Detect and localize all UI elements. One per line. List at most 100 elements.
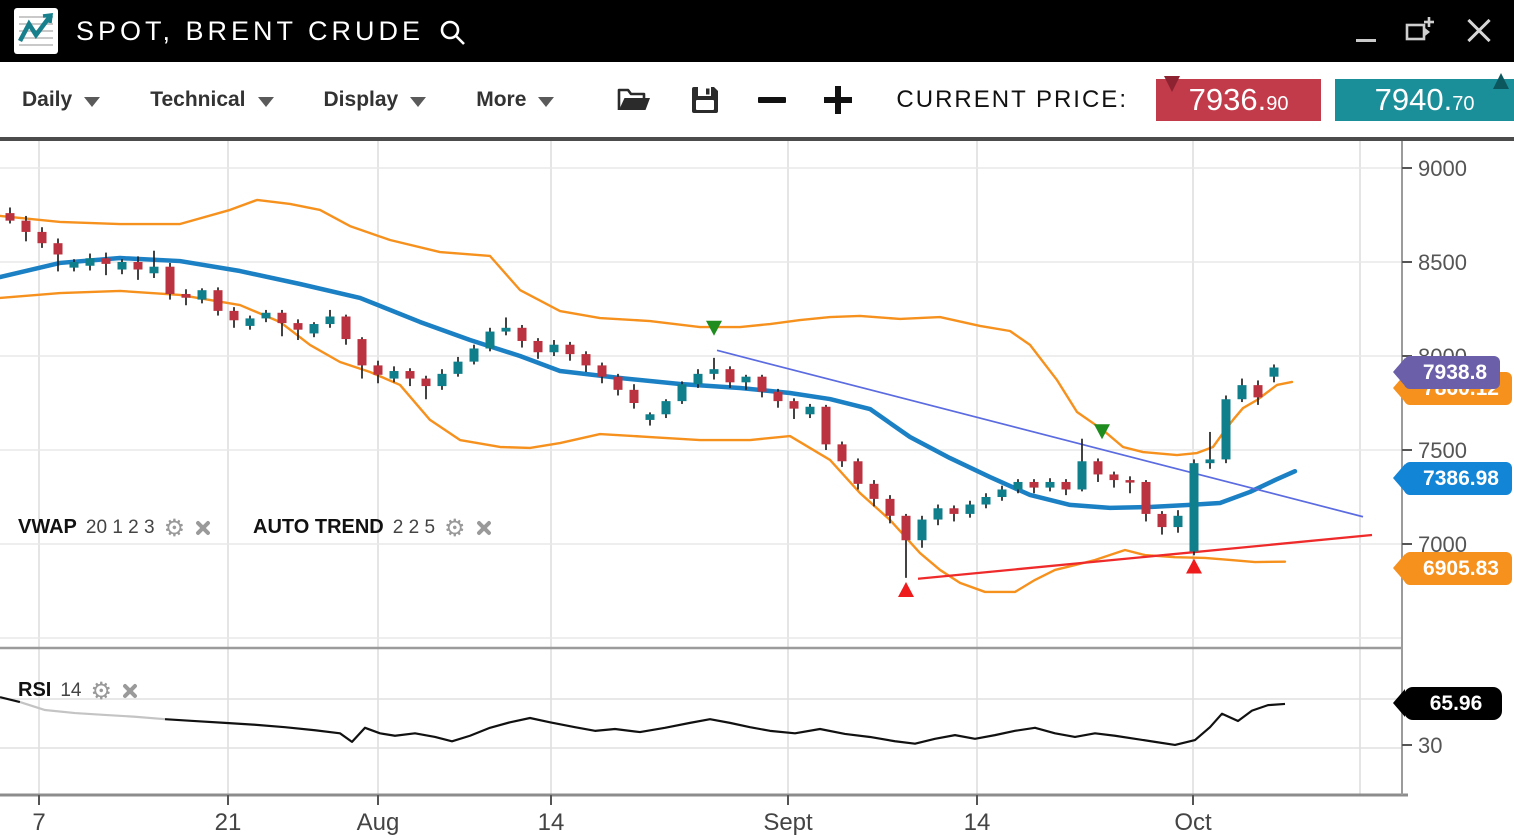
candle[interactable] bbox=[22, 221, 31, 232]
candle[interactable] bbox=[998, 489, 1007, 497]
candle[interactable] bbox=[294, 323, 303, 330]
candle[interactable] bbox=[726, 369, 735, 382]
candle[interactable] bbox=[694, 374, 703, 384]
candle[interactable] bbox=[246, 318, 255, 326]
candle[interactable] bbox=[1158, 514, 1167, 527]
candle[interactable] bbox=[1062, 482, 1071, 490]
candle[interactable] bbox=[1222, 399, 1231, 459]
candle[interactable] bbox=[646, 414, 655, 420]
candle[interactable] bbox=[1030, 482, 1039, 488]
chart-area[interactable]: 9000850080007500700030721Aug14Sept14Oct … bbox=[0, 141, 1514, 838]
search-icon[interactable] bbox=[438, 18, 468, 48]
candle[interactable] bbox=[38, 232, 47, 243]
candle[interactable] bbox=[86, 258, 95, 266]
menu-technical[interactable]: Technical bbox=[150, 88, 273, 112]
candle[interactable] bbox=[854, 461, 863, 484]
candle[interactable] bbox=[214, 290, 223, 311]
candle[interactable] bbox=[678, 384, 687, 401]
candle[interactable] bbox=[566, 345, 575, 354]
candle[interactable] bbox=[118, 262, 127, 270]
candle[interactable] bbox=[838, 444, 847, 461]
candle[interactable] bbox=[310, 324, 319, 333]
candle[interactable] bbox=[1126, 480, 1135, 483]
candle[interactable] bbox=[1094, 461, 1103, 474]
candle[interactable] bbox=[662, 401, 671, 414]
candle[interactable] bbox=[1078, 461, 1087, 489]
candle[interactable] bbox=[502, 328, 511, 332]
candle[interactable] bbox=[902, 516, 911, 540]
auto-trend-resistance[interactable] bbox=[717, 350, 1363, 516]
candle[interactable] bbox=[550, 345, 559, 353]
candle[interactable] bbox=[822, 407, 831, 445]
remove-indicator-icon[interactable] bbox=[194, 519, 212, 537]
candle[interactable] bbox=[198, 290, 207, 299]
auto-trend-support[interactable] bbox=[918, 535, 1372, 579]
candle[interactable] bbox=[1174, 516, 1183, 527]
candle[interactable] bbox=[886, 499, 895, 516]
candle[interactable] bbox=[1110, 474, 1119, 480]
candle[interactable] bbox=[54, 243, 63, 254]
candle[interactable] bbox=[438, 374, 447, 386]
candle[interactable] bbox=[1254, 385, 1263, 397]
remove-indicator-icon[interactable] bbox=[475, 519, 493, 537]
candle[interactable] bbox=[582, 354, 591, 365]
candle[interactable] bbox=[454, 362, 463, 374]
candle[interactable] bbox=[1238, 385, 1247, 399]
zoom-in-plus[interactable] bbox=[824, 86, 852, 114]
pop-out-icon[interactable] bbox=[1404, 15, 1438, 47]
candle[interactable] bbox=[230, 311, 239, 320]
candle[interactable] bbox=[518, 328, 527, 341]
candle[interactable] bbox=[918, 520, 927, 541]
candle[interactable] bbox=[134, 262, 143, 270]
candle[interactable] bbox=[598, 365, 607, 376]
save-icon[interactable] bbox=[690, 85, 720, 115]
candle[interactable] bbox=[374, 365, 383, 374]
candle[interactable] bbox=[1206, 459, 1215, 463]
candle[interactable] bbox=[806, 407, 815, 415]
candle[interactable] bbox=[342, 317, 351, 340]
zoom-out-minus[interactable] bbox=[758, 97, 786, 103]
candle[interactable] bbox=[630, 390, 639, 403]
candle[interactable] bbox=[950, 508, 959, 514]
remove-indicator-icon[interactable] bbox=[121, 682, 139, 700]
candle[interactable] bbox=[486, 332, 495, 349]
minimize-icon[interactable] bbox=[1356, 39, 1376, 42]
candle[interactable] bbox=[1046, 482, 1055, 488]
candle[interactable] bbox=[470, 348, 479, 361]
candle[interactable] bbox=[390, 371, 399, 379]
candle[interactable] bbox=[710, 369, 719, 374]
menu-more[interactable]: More bbox=[476, 88, 554, 112]
candle[interactable] bbox=[1014, 482, 1023, 490]
candle[interactable] bbox=[262, 313, 271, 319]
candle[interactable] bbox=[278, 313, 287, 323]
candle[interactable] bbox=[406, 371, 415, 379]
open-folder-icon[interactable] bbox=[616, 86, 652, 114]
candle[interactable] bbox=[102, 258, 111, 264]
candle[interactable] bbox=[614, 377, 623, 390]
gear-icon[interactable]: ⚙ bbox=[164, 518, 186, 538]
candle[interactable] bbox=[70, 262, 79, 268]
candle[interactable] bbox=[982, 497, 991, 505]
candle[interactable] bbox=[534, 341, 543, 352]
menu-display[interactable]: Display bbox=[324, 88, 427, 112]
candle[interactable] bbox=[966, 505, 975, 514]
candle[interactable] bbox=[934, 508, 943, 519]
candle[interactable] bbox=[6, 213, 15, 221]
candle[interactable] bbox=[422, 379, 431, 387]
candle[interactable] bbox=[742, 377, 751, 383]
candle[interactable] bbox=[870, 484, 879, 499]
gear-icon[interactable]: ⚙ bbox=[444, 518, 466, 538]
candle[interactable] bbox=[182, 294, 191, 298]
band-lower[interactable] bbox=[0, 291, 1285, 592]
candle[interactable] bbox=[1190, 463, 1199, 551]
candle[interactable] bbox=[758, 377, 767, 392]
candle[interactable] bbox=[166, 267, 175, 294]
close-icon[interactable] bbox=[1466, 18, 1492, 44]
menu-daily[interactable]: Daily bbox=[22, 88, 100, 112]
candle[interactable] bbox=[1270, 368, 1279, 377]
candle[interactable] bbox=[358, 339, 367, 365]
candle[interactable] bbox=[774, 392, 783, 401]
candle[interactable] bbox=[1142, 482, 1151, 514]
gear-icon[interactable]: ⚙ bbox=[90, 681, 112, 701]
candle[interactable] bbox=[150, 267, 159, 274]
